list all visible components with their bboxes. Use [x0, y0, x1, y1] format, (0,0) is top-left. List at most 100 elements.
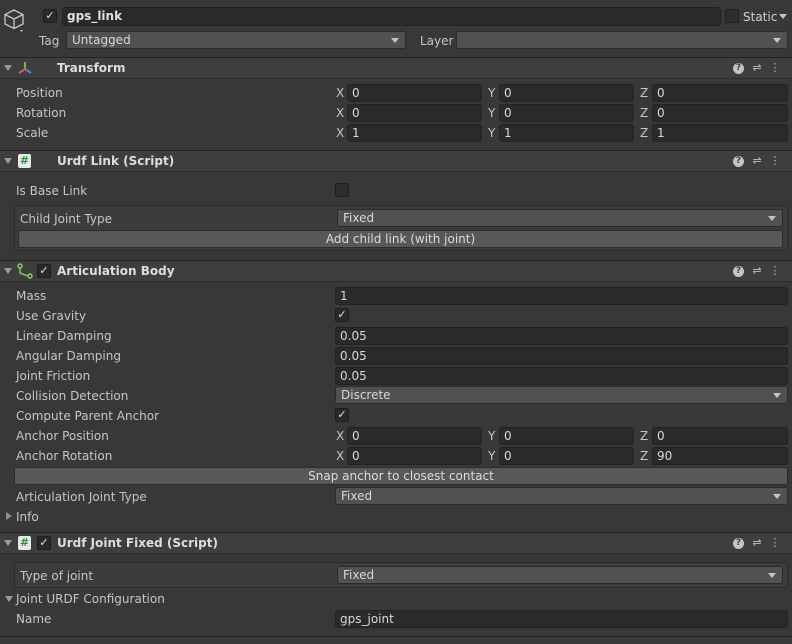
add-child-link-button[interactable]: Add child link (with joint): [18, 230, 783, 248]
z-axis-label: Z: [640, 449, 649, 463]
linear-damping-label: Linear Damping: [16, 329, 112, 343]
kebab-menu-icon: ⋮: [769, 264, 781, 277]
chevron-down-icon: [773, 393, 781, 398]
articulation-body-icon: [17, 263, 33, 279]
urdf-joint-fixed-title: Urdf Joint Fixed (Script): [57, 536, 218, 550]
joint-name-label: Name: [16, 612, 52, 626]
position-z-field[interactable]: 0: [652, 84, 788, 102]
anchor-rotation-y-field[interactable]: 0: [499, 447, 634, 465]
context-menu-button[interactable]: ⋮: [768, 535, 782, 551]
chevron-down-icon: [391, 38, 399, 43]
anchor-position-z-field[interactable]: 0: [652, 427, 788, 445]
articulation-body-header[interactable]: ✓ Articulation Body ? ⇌ ⋮: [0, 260, 792, 282]
rotation-label: Rotation: [16, 106, 67, 120]
fold-right-icon[interactable]: [6, 512, 12, 520]
context-menu-button[interactable]: ⋮: [768, 153, 782, 169]
articulation-body-enabled-toggle[interactable]: ✓: [37, 264, 51, 278]
compute-parent-anchor-checkbox[interactable]: ✓: [335, 408, 349, 422]
chevron-down-icon: [768, 216, 776, 221]
y-axis-label: Y: [488, 429, 496, 443]
rotation-z-field[interactable]: 0: [652, 104, 788, 122]
joint-friction-field[interactable]: 0.05: [335, 367, 788, 385]
z-axis-label: Z: [640, 106, 649, 120]
rotation-x-field[interactable]: 0: [347, 104, 482, 122]
context-menu-button[interactable]: ⋮: [768, 60, 782, 76]
sliders-icon: ⇌: [752, 61, 762, 74]
anchor-position-y-field[interactable]: 0: [499, 427, 634, 445]
help-button[interactable]: ?: [732, 535, 746, 551]
urdf-joint-fixed-header[interactable]: # ✓ Urdf Joint Fixed (Script) ? ⇌ ⋮: [0, 532, 792, 554]
fold-down-icon[interactable]: [5, 596, 13, 602]
chevron-down-icon: [773, 494, 781, 499]
object-name-field[interactable]: gps_link: [62, 7, 721, 26]
urdf-link-header[interactable]: # Urdf Link (Script) ? ⇌ ⋮: [0, 150, 792, 172]
anchor-rotation-z-field[interactable]: 90: [652, 447, 788, 465]
joint-name-field[interactable]: gps_joint: [335, 610, 788, 628]
info-foldout-label[interactable]: Info: [16, 510, 39, 524]
fold-down-icon[interactable]: [4, 268, 12, 274]
static-label[interactable]: Static: [743, 10, 777, 24]
scale-label: Scale: [16, 126, 49, 140]
fold-down-icon[interactable]: [4, 158, 12, 164]
rotation-y-field[interactable]: 0: [499, 104, 634, 122]
transform-header[interactable]: Transform ? ⇌ ⋮: [0, 57, 792, 79]
layer-dropdown[interactable]: [456, 31, 788, 49]
linear-damping-field[interactable]: 0.05: [335, 327, 788, 345]
y-axis-label: Y: [488, 126, 496, 140]
scale-z-field[interactable]: 1: [652, 124, 788, 142]
type-of-joint-dropdown[interactable]: Fixed: [337, 566, 783, 584]
x-axis-label: X: [336, 86, 345, 100]
static-dropdown-arrow-icon[interactable]: [779, 14, 787, 19]
type-of-joint-label: Type of joint: [20, 569, 94, 583]
angular-damping-field[interactable]: 0.05: [335, 347, 788, 365]
collision-detection-dropdown[interactable]: Discrete: [335, 386, 788, 404]
snap-anchor-button[interactable]: Snap anchor to closest contact: [14, 467, 788, 485]
mass-field[interactable]: 1: [335, 287, 788, 305]
help-icon: ?: [733, 538, 744, 549]
z-axis-label: Z: [640, 86, 649, 100]
articulation-body-title: Articulation Body: [57, 264, 175, 278]
settings-button[interactable]: ⇌: [750, 153, 764, 169]
fold-down-icon[interactable]: [4, 65, 12, 71]
child-joint-type-label: Child Joint Type: [20, 212, 112, 226]
settings-button[interactable]: ⇌: [750, 535, 764, 551]
context-menu-button[interactable]: ⋮: [768, 263, 782, 279]
urdf-joint-enabled-toggle[interactable]: ✓: [37, 536, 51, 550]
position-label: Position: [16, 86, 63, 100]
fold-down-icon[interactable]: [4, 540, 12, 546]
settings-button[interactable]: ⇌: [750, 263, 764, 279]
z-axis-label: Z: [640, 126, 649, 140]
active-toggle[interactable]: ✓: [43, 9, 57, 23]
help-button[interactable]: ?: [732, 60, 746, 76]
tag-label: Tag: [39, 34, 60, 48]
chevron-down-icon: [768, 573, 776, 578]
gameobject-icon[interactable]: [3, 8, 27, 34]
mass-label: Mass: [16, 289, 47, 303]
is-base-link-checkbox[interactable]: [335, 183, 349, 197]
anchor-rotation-x-field[interactable]: 0: [347, 447, 482, 465]
articulation-joint-type-label: Articulation Joint Type: [16, 490, 147, 504]
z-axis-label: Z: [640, 429, 649, 443]
scale-y-field[interactable]: 1: [499, 124, 634, 142]
joint-urdf-config-foldout[interactable]: Joint URDF Configuration: [16, 592, 165, 606]
scale-x-field[interactable]: 1: [347, 124, 482, 142]
child-joint-type-dropdown[interactable]: Fixed: [337, 209, 783, 227]
kebab-menu-icon: ⋮: [769, 61, 781, 74]
use-gravity-checkbox[interactable]: ✓: [335, 308, 349, 322]
position-x-field[interactable]: 0: [347, 84, 482, 102]
static-toggle[interactable]: [725, 9, 739, 23]
script-icon: #: [18, 536, 31, 550]
transform-title: Transform: [57, 61, 126, 75]
x-axis-label: X: [336, 449, 345, 463]
anchor-position-x-field[interactable]: 0: [347, 427, 482, 445]
help-button[interactable]: ?: [732, 263, 746, 279]
help-button[interactable]: ?: [732, 153, 746, 169]
position-y-field[interactable]: 0: [499, 84, 634, 102]
child-joint-type-value: Fixed: [343, 211, 375, 225]
tag-dropdown[interactable]: Untagged: [66, 31, 406, 49]
urdf-link-title: Urdf Link (Script): [57, 154, 175, 168]
articulation-joint-type-dropdown[interactable]: Fixed: [335, 487, 788, 505]
use-gravity-label: Use Gravity: [16, 309, 87, 323]
settings-button[interactable]: ⇌: [750, 60, 764, 76]
help-icon: ?: [733, 266, 744, 277]
